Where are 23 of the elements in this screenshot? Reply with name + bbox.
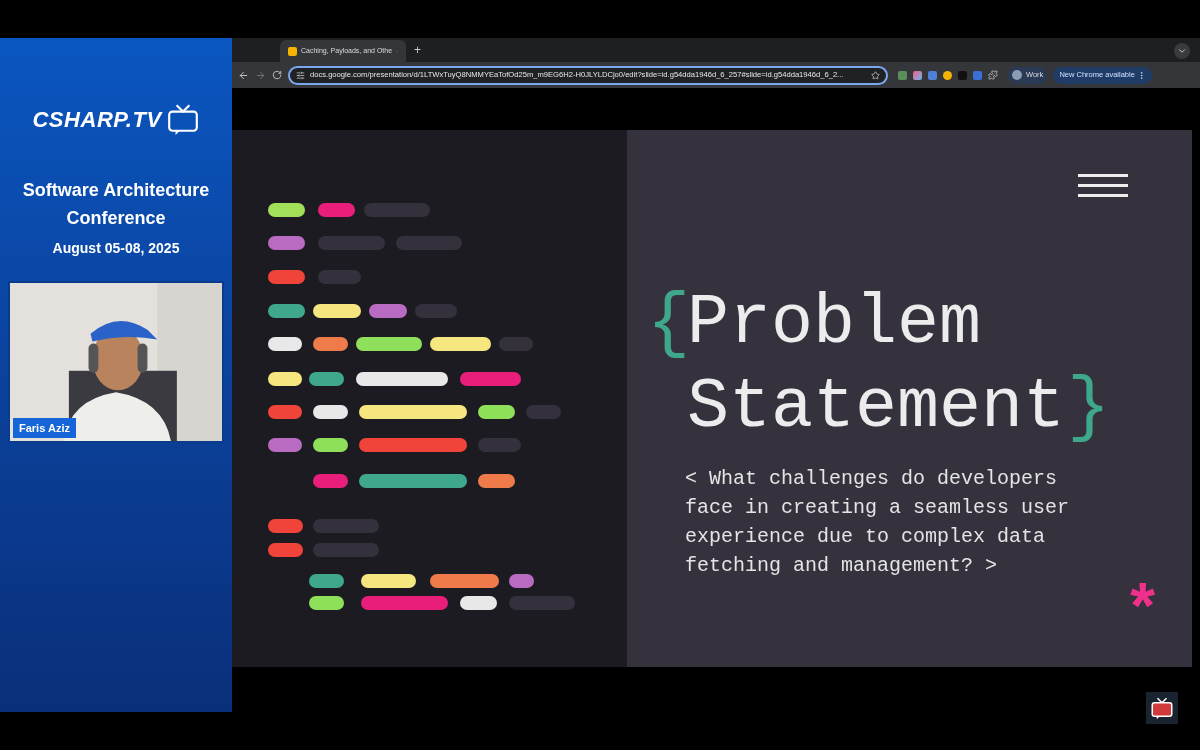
site-info-icon[interactable] — [296, 70, 305, 80]
forward-icon[interactable] — [255, 69, 266, 81]
tab-list-button[interactable] — [1174, 43, 1190, 59]
avatar-icon — [1012, 70, 1022, 80]
chevron-down-icon — [1177, 46, 1187, 56]
event-dates: August 05-08, 2025 — [52, 239, 180, 258]
open-brace: { — [647, 288, 687, 360]
slide-title-line: Statement — [687, 367, 1066, 449]
slide-title-line: Problem — [687, 283, 982, 365]
event-title: Software Architecture Conference — [21, 179, 211, 230]
menu-lines-icon — [1078, 174, 1128, 198]
back-icon[interactable] — [238, 69, 249, 81]
close-brace: } — [1067, 372, 1111, 444]
extensions-puzzle-icon[interactable] — [988, 70, 998, 80]
brand-logo-text: CSHARP.TV — [32, 105, 162, 134]
bookmark-star-icon[interactable] — [871, 70, 880, 80]
question-text: < What challenges do developers face in creating a seamless user experience due to complex data fetching and management? > — [685, 466, 1071, 579]
asterisk-mark: * — [1123, 581, 1162, 645]
reload-icon[interactable] — [272, 70, 282, 80]
new-tab-button[interactable]: + — [414, 41, 421, 59]
speaker-name-label: Faris Aziz — [13, 417, 76, 438]
tv-icon — [165, 102, 200, 136]
slides-icon — [288, 46, 297, 56]
